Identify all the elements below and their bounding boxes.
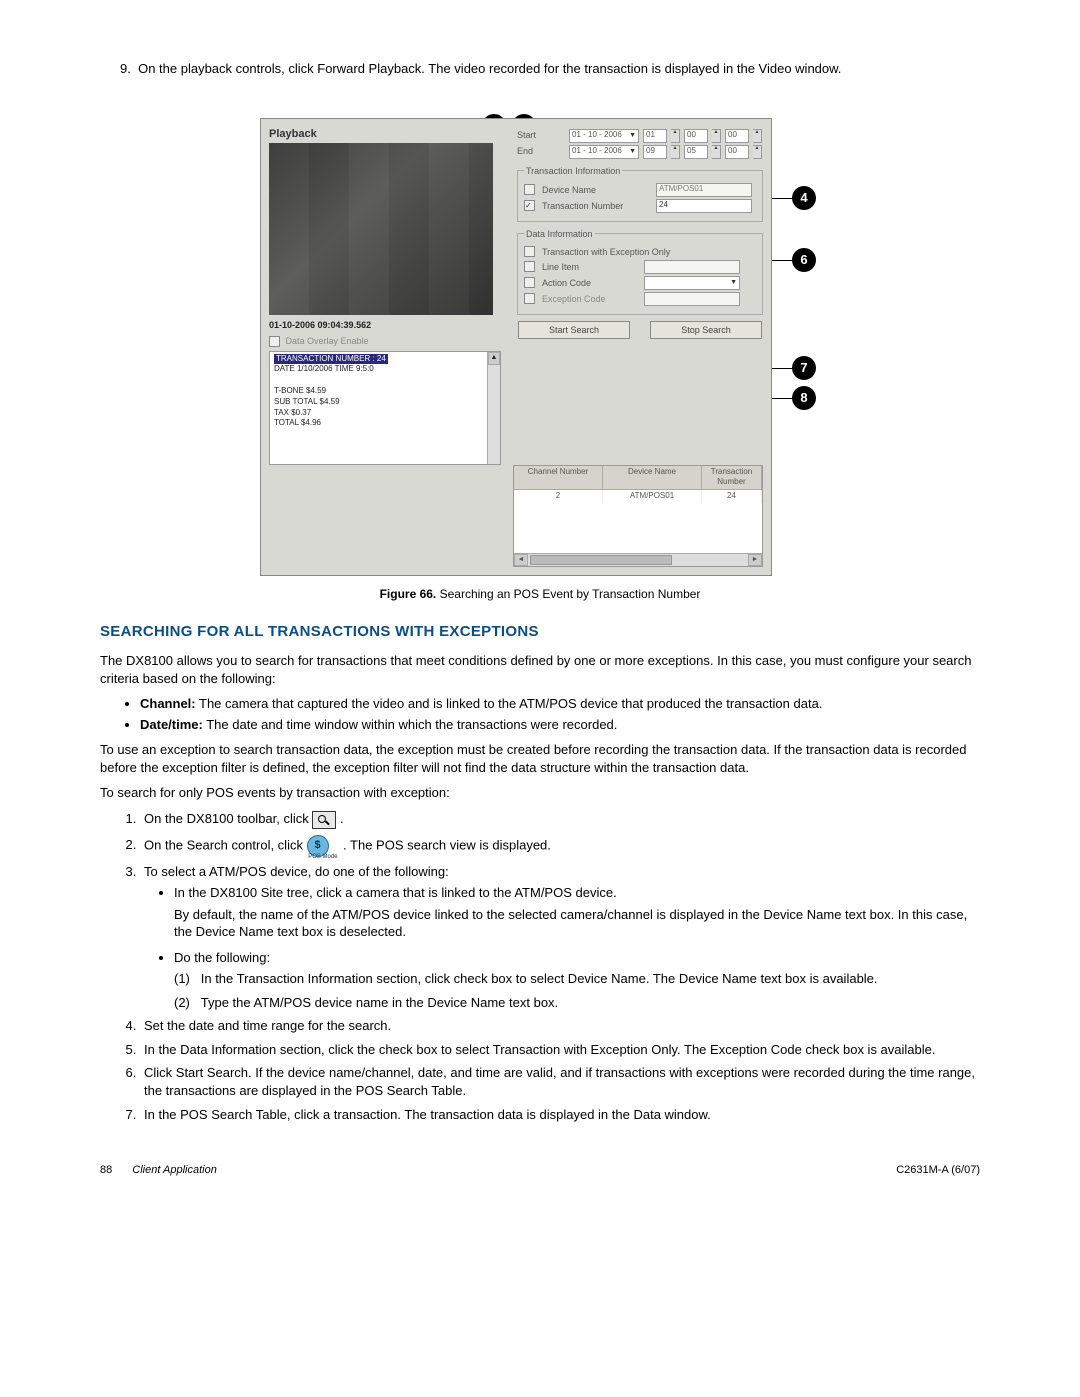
section-heading: SEARCHING FOR ALL TRANSACTIONS WITH EXCE… bbox=[100, 622, 980, 642]
bullet-channel: Channel: The camera that captured the vi… bbox=[140, 695, 980, 713]
device-name-checkbox[interactable] bbox=[524, 184, 535, 195]
step-3-sub2: Do the following: (1) In the Transaction… bbox=[174, 949, 980, 1012]
callout-8: 8 bbox=[792, 386, 816, 410]
action-code-checkbox[interactable] bbox=[524, 277, 535, 288]
th-device: Device Name bbox=[603, 466, 702, 490]
end-date-input[interactable]: 01 - 10 - 2006▼ bbox=[569, 145, 639, 159]
exception-code-label: Exception Code bbox=[542, 293, 640, 305]
bullet-datetime: Date/time: The date and time window with… bbox=[140, 716, 980, 734]
start-date-input[interactable]: 01 - 10 - 2006▼ bbox=[569, 129, 639, 143]
trans-num-label: Transaction Number bbox=[542, 200, 652, 212]
callout-7: 7 bbox=[792, 356, 816, 380]
data-overlay-checkbox[interactable] bbox=[269, 336, 280, 347]
search-icon bbox=[312, 811, 336, 829]
exc-only-label: Transaction with Exception Only bbox=[542, 246, 670, 258]
data-r4: TOTAL $4.96 bbox=[274, 418, 321, 427]
page-footer: 88 Client Application C2631M-A (6/07) bbox=[100, 1163, 980, 1178]
device-name-input[interactable]: ATM/POS01 bbox=[656, 183, 752, 197]
page-number: 88 bbox=[100, 1164, 112, 1176]
end-mm[interactable]: 05 bbox=[684, 145, 708, 159]
th-trans: Transaction Number bbox=[702, 466, 762, 490]
video-timestamp: 01-10-2006 09:04:39.562 bbox=[269, 320, 371, 330]
criteria-list: Channel: The camera that captured the vi… bbox=[140, 695, 980, 733]
start-mm[interactable]: 00 bbox=[684, 129, 708, 143]
exception-note: To use an exception to search transactio… bbox=[100, 741, 980, 776]
video-area bbox=[269, 143, 493, 315]
footer-title: Client Application bbox=[132, 1164, 217, 1176]
action-code-label: Action Code bbox=[542, 277, 640, 289]
procedure-intro: To search for only POS events by transac… bbox=[100, 784, 980, 802]
stop-search-button[interactable]: Stop Search bbox=[650, 321, 762, 339]
pos-mode-icon: $POS Mode bbox=[307, 835, 329, 857]
playback-screenshot: Playback 01-10-2006 09:04:39.562 Data Ov… bbox=[260, 118, 772, 576]
end-hh[interactable]: 09 bbox=[643, 145, 667, 159]
table-hscroll[interactable]: ◄► bbox=[514, 553, 762, 566]
step-9-num: 9. bbox=[120, 61, 131, 76]
start-search-button[interactable]: Start Search bbox=[518, 321, 630, 339]
line-item-label: Line Item bbox=[542, 261, 640, 273]
step-3: To select a ATM/POS device, do one of th… bbox=[140, 863, 980, 1012]
step-3-sub1-note: By default, the name of the ATM/POS devi… bbox=[174, 906, 980, 941]
figcap-label: Figure 66. bbox=[380, 587, 437, 601]
exc-only-checkbox[interactable] bbox=[524, 246, 535, 257]
data-tn: TRANSACTION NUMBER : 24 bbox=[274, 354, 388, 365]
start-hh[interactable]: 01 bbox=[643, 129, 667, 143]
figure-caption: Figure 66. Searching an POS Event by Tra… bbox=[260, 586, 820, 602]
step-2: On the Search control, click $POS Mode .… bbox=[140, 835, 980, 857]
start-ss[interactable]: 00 bbox=[725, 129, 749, 143]
procedure-steps: On the DX8100 toolbar, click . On the Se… bbox=[140, 810, 980, 1123]
step-3-sub2-2: (2) Type the ATM/POS device name in the … bbox=[174, 994, 980, 1012]
step-5: In the Data Information section, click t… bbox=[140, 1041, 980, 1059]
td-device: ATM/POS01 bbox=[603, 490, 702, 503]
data-r3: TAX $0.37 bbox=[274, 408, 311, 417]
data-window-scrollbar[interactable]: ▲ bbox=[487, 352, 500, 464]
doc-id: C2631M-A (6/07) bbox=[896, 1163, 980, 1178]
step-1: On the DX8100 toolbar, click . bbox=[140, 810, 980, 829]
intro-paragraph: The DX8100 allows you to search for tran… bbox=[100, 652, 980, 687]
line-item-input[interactable] bbox=[644, 260, 740, 274]
data-r2: SUB TOTAL $4.59 bbox=[274, 397, 340, 406]
playback-title: Playback bbox=[269, 127, 509, 142]
step-6: Click Start Search. If the device name/c… bbox=[140, 1064, 980, 1099]
line-item-checkbox[interactable] bbox=[524, 261, 535, 272]
th-channel: Channel Number bbox=[514, 466, 603, 490]
transaction-info-section: Transaction Information Device Name ATM/… bbox=[517, 165, 763, 222]
step-3-sub2-1: (1) In the Transaction Information secti… bbox=[174, 970, 980, 988]
step-9-text: On the playback controls, click Forward … bbox=[138, 61, 841, 76]
exception-code-input[interactable] bbox=[644, 292, 740, 306]
data-r1: T-BONE $4.59 bbox=[274, 386, 326, 395]
data-info-section: Data Information Transaction with Except… bbox=[517, 228, 763, 315]
step-7: In the POS Search Table, click a transac… bbox=[140, 1106, 980, 1124]
ti-legend: Transaction Information bbox=[524, 165, 622, 177]
data-overlay-label: Data Overlay Enable bbox=[286, 336, 369, 346]
callout-6: 6 bbox=[792, 248, 816, 272]
device-name-label: Device Name bbox=[542, 184, 652, 196]
exception-code-checkbox[interactable] bbox=[524, 293, 535, 304]
step-4: Set the date and time range for the sear… bbox=[140, 1017, 980, 1035]
trans-num-input[interactable]: 24 bbox=[656, 199, 752, 213]
pos-search-table[interactable]: Channel Number Device Name Transaction N… bbox=[513, 465, 763, 567]
trans-num-checkbox[interactable] bbox=[524, 200, 535, 211]
action-code-select[interactable]: ▼ bbox=[644, 276, 740, 290]
table-row[interactable]: 2 ATM/POS01 24 bbox=[514, 490, 762, 503]
data-window: TRANSACTION NUMBER : 24 DATE 1/10/2006 T… bbox=[269, 351, 501, 465]
figure-66: 5 3b 4 6 7 8 Playback 01-10-2006 09:04:3… bbox=[260, 118, 820, 602]
figcap-text: Searching an POS Event by Transaction Nu… bbox=[440, 587, 701, 601]
td-channel: 2 bbox=[514, 490, 603, 503]
start-label: Start bbox=[517, 129, 565, 141]
di-legend: Data Information bbox=[524, 228, 595, 240]
callout-4: 4 bbox=[792, 186, 816, 210]
step-9: 9. On the playback controls, click Forwa… bbox=[140, 60, 980, 78]
end-ss[interactable]: 00 bbox=[725, 145, 749, 159]
data-date: DATE 1/10/2006 TIME 9:5:0 bbox=[274, 364, 374, 373]
td-trans: 24 bbox=[702, 490, 762, 503]
end-label: End bbox=[517, 145, 565, 157]
step-3-sub1: In the DX8100 Site tree, click a camera … bbox=[174, 884, 980, 941]
